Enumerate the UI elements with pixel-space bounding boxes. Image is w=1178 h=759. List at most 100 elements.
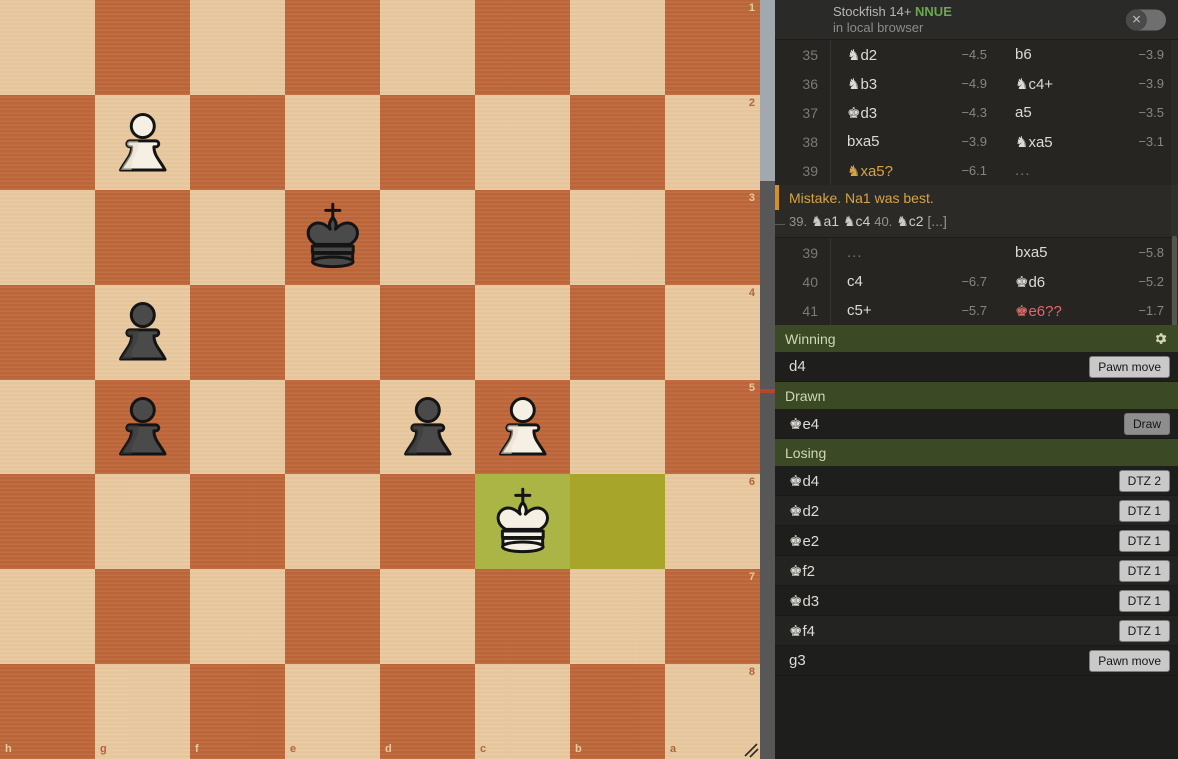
chessboard[interactable]: 1 2 3 4 5 6 7 h g f e d c b 8 a (0, 0, 760, 759)
board-square-f2[interactable] (190, 94, 285, 190)
board-square-b1[interactable] (570, 0, 665, 95)
piece-black-pawn-d5[interactable] (380, 380, 475, 475)
move-cell-black[interactable]: ... (1005, 162, 1178, 179)
piece-black-pawn-g4[interactable] (95, 285, 190, 380)
board-square-d2[interactable] (380, 94, 475, 190)
board-square-h7[interactable] (0, 569, 95, 665)
board-square-e8[interactable]: e (285, 664, 380, 759)
board-square-e3[interactable] (285, 189, 380, 285)
board-square-c2[interactable] (475, 94, 570, 190)
board-square-g7[interactable] (95, 569, 190, 665)
move-san-black[interactable]: bxa5 (1015, 244, 1048, 261)
board-square-d1[interactable] (380, 0, 475, 95)
piece-black-pawn-g5[interactable] (95, 380, 190, 475)
tablebase-move-row[interactable]: ♚d2 DTZ 1 (775, 496, 1178, 526)
board-square-h5[interactable] (0, 379, 95, 475)
move-cell-white[interactable]: c5+ −5.7 (830, 302, 1005, 319)
board-square-h1[interactable] (0, 0, 95, 95)
move-cell-white[interactable]: ♞xa5? −6.1 (830, 162, 1005, 180)
move-list[interactable]: 35 ♞d2 −4.5 b6 −3.9 36 ♞b3 −4.9 ♞c4+ −3.9 37 ♚d3 −4.… (775, 40, 1178, 328)
tablebase-move-row[interactable]: ♚f2 DTZ 1 (775, 556, 1178, 586)
board-square-c8[interactable]: c (475, 664, 570, 759)
board-square-c7[interactable] (475, 569, 570, 665)
tablebase-move-san[interactable]: ♚d4 (789, 472, 819, 490)
piece-white-king-c6[interactable] (475, 474, 570, 569)
board-square-d5[interactable] (380, 379, 475, 475)
tablebase-move-row[interactable]: g3 Pawn move (775, 646, 1178, 676)
move-cell-white[interactable]: ... (830, 244, 1005, 261)
board-square-g8[interactable]: g (95, 664, 190, 759)
move-san-black[interactable]: ♞c4+ (1015, 75, 1053, 93)
board-square-b3[interactable] (570, 189, 665, 285)
move-list-scrollbar-thumb[interactable] (1172, 236, 1177, 328)
board-square-h2[interactable] (0, 94, 95, 190)
tablebase-move-san[interactable]: g3 (789, 652, 806, 669)
board-square-c1[interactable] (475, 0, 570, 95)
board-square-h3[interactable] (0, 189, 95, 285)
move-san-black[interactable]: b6 (1015, 46, 1032, 63)
board-square-g4[interactable] (95, 284, 190, 380)
board-square-h6[interactable] (0, 474, 95, 570)
move-san-black[interactable]: ... (1015, 162, 1031, 179)
board-square-g3[interactable] (95, 189, 190, 285)
board-square-e6[interactable] (285, 474, 380, 570)
move-san-white[interactable]: ♞d2 (847, 46, 877, 64)
board-square-a1[interactable]: 1 (665, 0, 760, 95)
move-cell-black[interactable]: ♞xa5 −3.1 (1005, 133, 1178, 151)
board-square-f5[interactable] (190, 379, 285, 475)
board-square-b2[interactable] (570, 94, 665, 190)
board-resize-handle[interactable] (743, 742, 759, 758)
gear-icon[interactable] (1153, 331, 1168, 346)
board-square-h8[interactable]: h (0, 664, 95, 759)
variation-expand[interactable]: [...] (927, 213, 946, 229)
board-square-d8[interactable]: d (380, 664, 475, 759)
board-square-f6[interactable] (190, 474, 285, 570)
board-square-d3[interactable] (380, 189, 475, 285)
board-square-g2[interactable] (95, 94, 190, 190)
move-cell-white[interactable]: bxa5 −3.9 (830, 133, 1005, 150)
tablebase-move-san[interactable]: ♚e4 (789, 415, 819, 433)
board-square-h4[interactable] (0, 284, 95, 380)
move-san-white[interactable]: bxa5 (847, 133, 880, 150)
move-cell-black[interactable]: ♚d6 −5.2 (1005, 273, 1178, 291)
board-square-e1[interactable] (285, 0, 380, 95)
tablebase-move-row[interactable]: d4 Pawn move (775, 352, 1178, 382)
tablebase-move-san[interactable]: ♚f4 (789, 622, 815, 640)
tablebase-move-row[interactable]: ♚f4 DTZ 1 (775, 616, 1178, 646)
tablebase-move-san[interactable]: d4 (789, 358, 806, 375)
move-cell-black[interactable]: ♚e6?? −1.7 (1005, 302, 1178, 320)
board-square-f8[interactable]: f (190, 664, 285, 759)
engine-toggle-switch[interactable]: ✕ (1126, 9, 1166, 30)
board-square-f4[interactable] (190, 284, 285, 380)
board-square-e4[interactable] (285, 284, 380, 380)
move-san-white[interactable]: c5+ (847, 302, 872, 319)
piece-black-king-e3[interactable] (285, 190, 380, 285)
move-san-white[interactable]: ♞xa5? (847, 162, 893, 180)
move-cell-black[interactable]: bxa5 −5.8 (1005, 244, 1178, 261)
move-cell-black[interactable]: b6 −3.9 (1005, 46, 1178, 63)
move-san-black[interactable]: ♚e6?? (1015, 302, 1062, 320)
move-san-white[interactable]: c4 (847, 273, 863, 290)
move-list-scrollbar[interactable] (1171, 40, 1178, 328)
tablebase-move-san[interactable]: ♚f2 (789, 562, 815, 580)
board-square-a3[interactable]: 3 (665, 189, 760, 285)
tablebase-move-san[interactable]: ♚d2 (789, 502, 819, 520)
move-san-white[interactable]: ♞b3 (847, 75, 877, 93)
board-square-f1[interactable] (190, 0, 285, 95)
board-square-c6[interactable] (475, 474, 570, 570)
tablebase-move-san[interactable]: ♚d3 (789, 592, 819, 610)
move-cell-black[interactable]: a5 −3.5 (1005, 104, 1178, 121)
variation-moves-2[interactable]: ♞c2 (896, 213, 923, 229)
tablebase-move-san[interactable]: ♚e2 (789, 532, 819, 550)
board-square-b4[interactable] (570, 284, 665, 380)
board-square-b7[interactable] (570, 569, 665, 665)
board-square-f3[interactable] (190, 189, 285, 285)
board-square-g5[interactable] (95, 379, 190, 475)
board-square-e7[interactable] (285, 569, 380, 665)
move-san-white[interactable]: ... (847, 244, 863, 261)
board-square-g6[interactable] (95, 474, 190, 570)
board-square-d4[interactable] (380, 284, 475, 380)
tablebase-move-row[interactable]: ♚e4 Draw (775, 409, 1178, 439)
board-square-g1[interactable] (95, 0, 190, 95)
move-san-black[interactable]: ♞xa5 (1015, 133, 1053, 151)
